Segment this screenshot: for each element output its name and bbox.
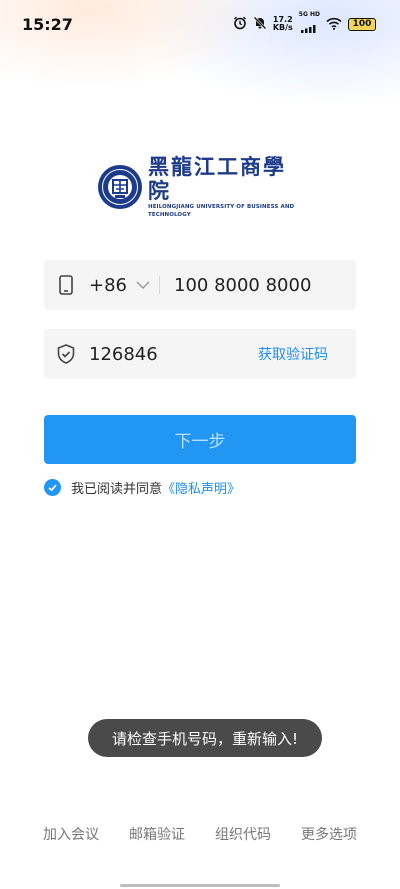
country-code[interactable]: +86: [89, 275, 127, 296]
email-verify-option[interactable]: 邮箱验证: [129, 824, 185, 844]
toast-message: 请检查手机号码，重新输入!: [88, 719, 322, 757]
org-code-option[interactable]: 组织代码: [215, 824, 271, 844]
agreement-checkbox[interactable]: [44, 479, 61, 496]
bottom-options: 加入会议 邮箱验证 组织代码 更多选项: [0, 824, 400, 844]
phone-field[interactable]: +86: [44, 260, 356, 310]
status-icons: 17.2 KB/s 5G HD 100: [233, 11, 376, 37]
privacy-policy-link[interactable]: 《隐私声明》: [162, 478, 240, 497]
status-bar: 15:27 17.2 KB/s 5G HD 100: [0, 0, 400, 48]
network-speed-unit: KB/s: [272, 23, 293, 32]
phone-icon: [55, 274, 77, 296]
battery-icon: 100: [348, 17, 376, 31]
logo-text: 黑龍江工商學院 HEILONGJIANG UNIVERSITY OF BUSIN…: [148, 155, 304, 219]
verification-code-input[interactable]: [89, 343, 239, 365]
next-button[interactable]: 下一步: [44, 415, 356, 464]
logo-chinese-name: 黑龍江工商學院: [148, 154, 286, 203]
university-logo: 黑龍江工商學院 HEILONGJIANG UNIVERSITY OF BUSIN…: [98, 155, 304, 218]
university-seal-icon: [98, 165, 142, 209]
verification-code-field[interactable]: 获取验证码: [44, 329, 356, 379]
mute-icon: [253, 15, 267, 34]
signal-group: 5G HD: [299, 11, 320, 37]
more-options[interactable]: 更多选项: [301, 824, 357, 844]
home-indicator[interactable]: [120, 884, 280, 887]
wifi-icon: [326, 15, 342, 34]
phone-input[interactable]: [174, 274, 334, 296]
join-meeting-option[interactable]: 加入会议: [43, 824, 99, 844]
network-type: 5G HD: [298, 11, 320, 18]
signal-icon: [301, 18, 317, 37]
network-speed: 17.2 KB/s: [273, 16, 293, 32]
get-code-button[interactable]: 获取验证码: [258, 344, 328, 364]
agreement-text: 我已阅读并同意: [71, 482, 163, 497]
logo-english-name: HEILONGJIANG UNIVERSITY OF BUSINESS AND …: [148, 204, 295, 218]
alarm-icon: [233, 15, 247, 34]
privacy-agreement[interactable]: 我已阅读并同意 《隐私声明》: [44, 478, 240, 497]
shield-check-icon: [55, 343, 77, 365]
field-divider: [159, 276, 160, 294]
chevron-down-icon[interactable]: [135, 277, 151, 293]
status-time: 15:27: [22, 14, 73, 34]
